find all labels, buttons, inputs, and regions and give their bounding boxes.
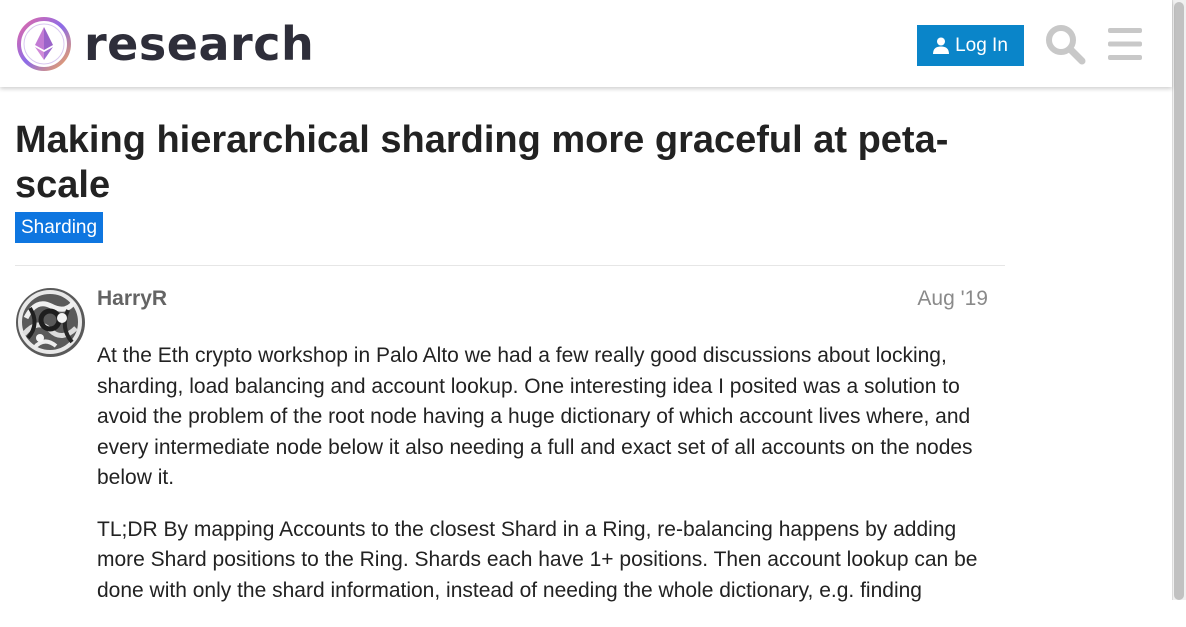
title-divider [15,265,1005,266]
category-badge-sharding[interactable]: Sharding [15,212,104,243]
post-date[interactable]: Aug '19 [917,287,988,311]
site-title: research [84,17,315,71]
post-author[interactable]: HarryR [97,287,167,311]
avatar[interactable] [16,288,85,357]
post-body: At the Eth crypto workshop in Palo Alto … [97,341,992,627]
hamburger-menu-icon[interactable] [1106,24,1144,64]
user-icon [933,37,950,54]
post-paragraph: TL;DR By mapping Accounts to the closest… [97,517,978,602]
topic-title[interactable]: Making hierarchical sharding more gracef… [15,118,1005,208]
login-label: Log In [955,34,1008,56]
search-icon[interactable] [1044,23,1086,65]
scrollbar-thumb[interactable] [1174,2,1184,600]
site-header: research Log In [0,0,1172,87]
user-avatar-image [16,288,85,357]
ethereum-logo-icon [17,17,71,71]
site-logo[interactable]: research [16,16,314,72]
login-button[interactable]: Log In [917,25,1024,66]
post-paragraph: At the Eth crypto workshop in Palo Alto … [97,344,973,489]
